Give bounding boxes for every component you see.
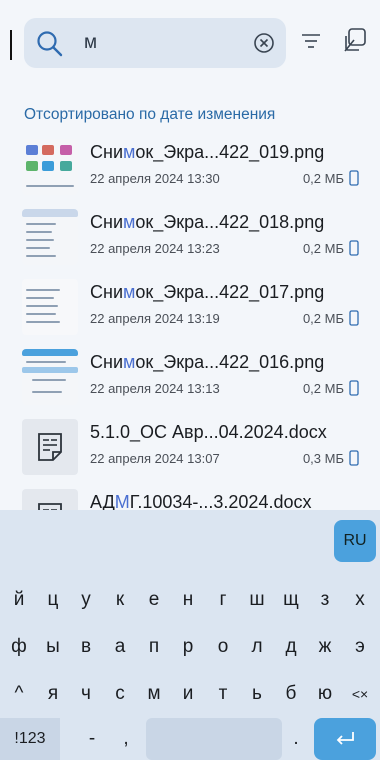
letter-key[interactable]: в — [70, 629, 102, 665]
image-thumbnail — [22, 209, 78, 265]
phone-storage-icon — [349, 310, 359, 331]
letter-key[interactable]: ц — [37, 582, 69, 618]
letter-key[interactable]: и — [172, 676, 204, 712]
backspace-key[interactable]: <× — [344, 676, 376, 712]
symbols-key[interactable]: !123 — [0, 718, 60, 760]
letter-key[interactable]: д — [275, 629, 307, 665]
file-name: Снимок_Экра...422_017.png — [90, 282, 325, 302]
sort-label: Отсортировано по дате изменения — [24, 106, 276, 123]
file-name: Снимок_Экра...422_019.png — [90, 142, 325, 162]
enter-key[interactable] — [314, 718, 376, 760]
letter-key[interactable]: с — [104, 676, 136, 712]
file-date: 22 апреля 2024 13:30 — [90, 171, 220, 186]
image-thumbnail — [22, 349, 78, 405]
file-size: 0,2 МБ — [302, 381, 344, 396]
space-key[interactable] — [146, 718, 282, 760]
phone-storage-icon — [349, 240, 359, 261]
letter-key[interactable]: ч — [70, 676, 102, 712]
list-item[interactable]: 5.1.0_ОС Авр...04.2024.docx 22 апреля 20… — [0, 412, 380, 478]
letter-key[interactable]: у — [70, 582, 102, 618]
keyboard-row-1: йцукенгшщзх — [0, 582, 380, 618]
comma-key[interactable]: , — [114, 718, 138, 760]
search-input[interactable]: м — [84, 32, 97, 54]
letter-key[interactable]: ь — [241, 676, 273, 712]
file-date: 22 апреля 2024 13:13 — [90, 381, 220, 396]
file-date: 22 апреля 2024 13:19 — [90, 311, 220, 326]
letter-key[interactable]: й — [3, 582, 35, 618]
letter-key[interactable]: а — [104, 629, 136, 665]
file-size: 0,2 МБ — [302, 311, 344, 326]
filter-icon[interactable] — [302, 33, 320, 54]
letter-key[interactable]: л — [241, 629, 273, 665]
list-item[interactable]: Снимок_Экра...422_019.png 22 апреля 2024… — [0, 132, 380, 198]
letter-key[interactable]: э — [344, 629, 376, 665]
letter-key[interactable]: я — [37, 676, 69, 712]
letter-key[interactable]: т — [207, 676, 239, 712]
letter-key[interactable]: ф — [3, 629, 35, 665]
language-key[interactable]: RU — [334, 520, 376, 562]
list-item[interactable]: Снимок_Экра...422_017.png 22 апреля 2024… — [0, 272, 380, 338]
file-size: 0,2 МБ — [302, 241, 344, 256]
letter-key[interactable]: е — [138, 582, 170, 618]
image-thumbnail — [22, 139, 78, 195]
letter-key[interactable]: к — [104, 582, 136, 618]
search-icon — [36, 30, 64, 63]
document-icon — [22, 419, 78, 475]
text-cursor — [10, 30, 12, 60]
letter-key[interactable]: щ — [275, 582, 307, 618]
file-date: 22 апреля 2024 13:23 — [90, 241, 220, 256]
letter-key[interactable]: г — [207, 582, 239, 618]
clear-icon[interactable] — [252, 31, 276, 60]
search-box[interactable]: м — [24, 18, 286, 68]
letter-key[interactable]: ж — [309, 629, 341, 665]
letter-key[interactable]: ш — [241, 582, 273, 618]
search-header: м — [0, 0, 380, 90]
letter-key[interactable]: ы — [37, 629, 69, 665]
image-thumbnail — [22, 279, 78, 335]
letter-key[interactable]: б — [275, 676, 307, 712]
file-size: 0,3 МБ — [302, 451, 344, 466]
file-size: 0,2 МБ — [302, 171, 344, 186]
file-name: Снимок_Экра...422_016.png — [90, 352, 325, 372]
letter-key[interactable]: р — [172, 629, 204, 665]
keyboard-row-2: фывапролджэ — [0, 629, 380, 665]
list-item[interactable]: Снимок_Экра...422_018.png 22 апреля 2024… — [0, 202, 380, 268]
dash-key[interactable]: - — [82, 718, 102, 760]
file-name: 5.1.0_ОС Авр...04.2024.docx — [90, 422, 327, 442]
file-date: 22 апреля 2024 13:07 — [90, 451, 220, 466]
letter-key[interactable]: н — [172, 582, 204, 618]
phone-storage-icon — [349, 170, 359, 191]
letter-key[interactable]: м — [138, 676, 170, 712]
letter-key[interactable]: ю — [309, 676, 341, 712]
period-key[interactable]: . — [284, 718, 308, 760]
keyboard-row-3: ^ я ч с м и т ь б ю <× — [0, 676, 380, 712]
open-in-icon[interactable] — [341, 27, 367, 58]
phone-storage-icon — [349, 450, 359, 471]
letter-key[interactable]: з — [309, 582, 341, 618]
file-name: Снимок_Экра...422_018.png — [90, 212, 325, 232]
letter-key[interactable]: п — [138, 629, 170, 665]
keyboard-bottom-row: !123 - , . — [0, 718, 380, 760]
letter-key[interactable]: о — [207, 629, 239, 665]
enter-icon — [336, 732, 354, 745]
shift-key[interactable]: ^ — [3, 676, 35, 712]
letter-key[interactable]: х — [344, 582, 376, 618]
list-item[interactable]: Снимок_Экра...422_016.png 22 апреля 2024… — [0, 342, 380, 408]
phone-storage-icon — [349, 380, 359, 401]
